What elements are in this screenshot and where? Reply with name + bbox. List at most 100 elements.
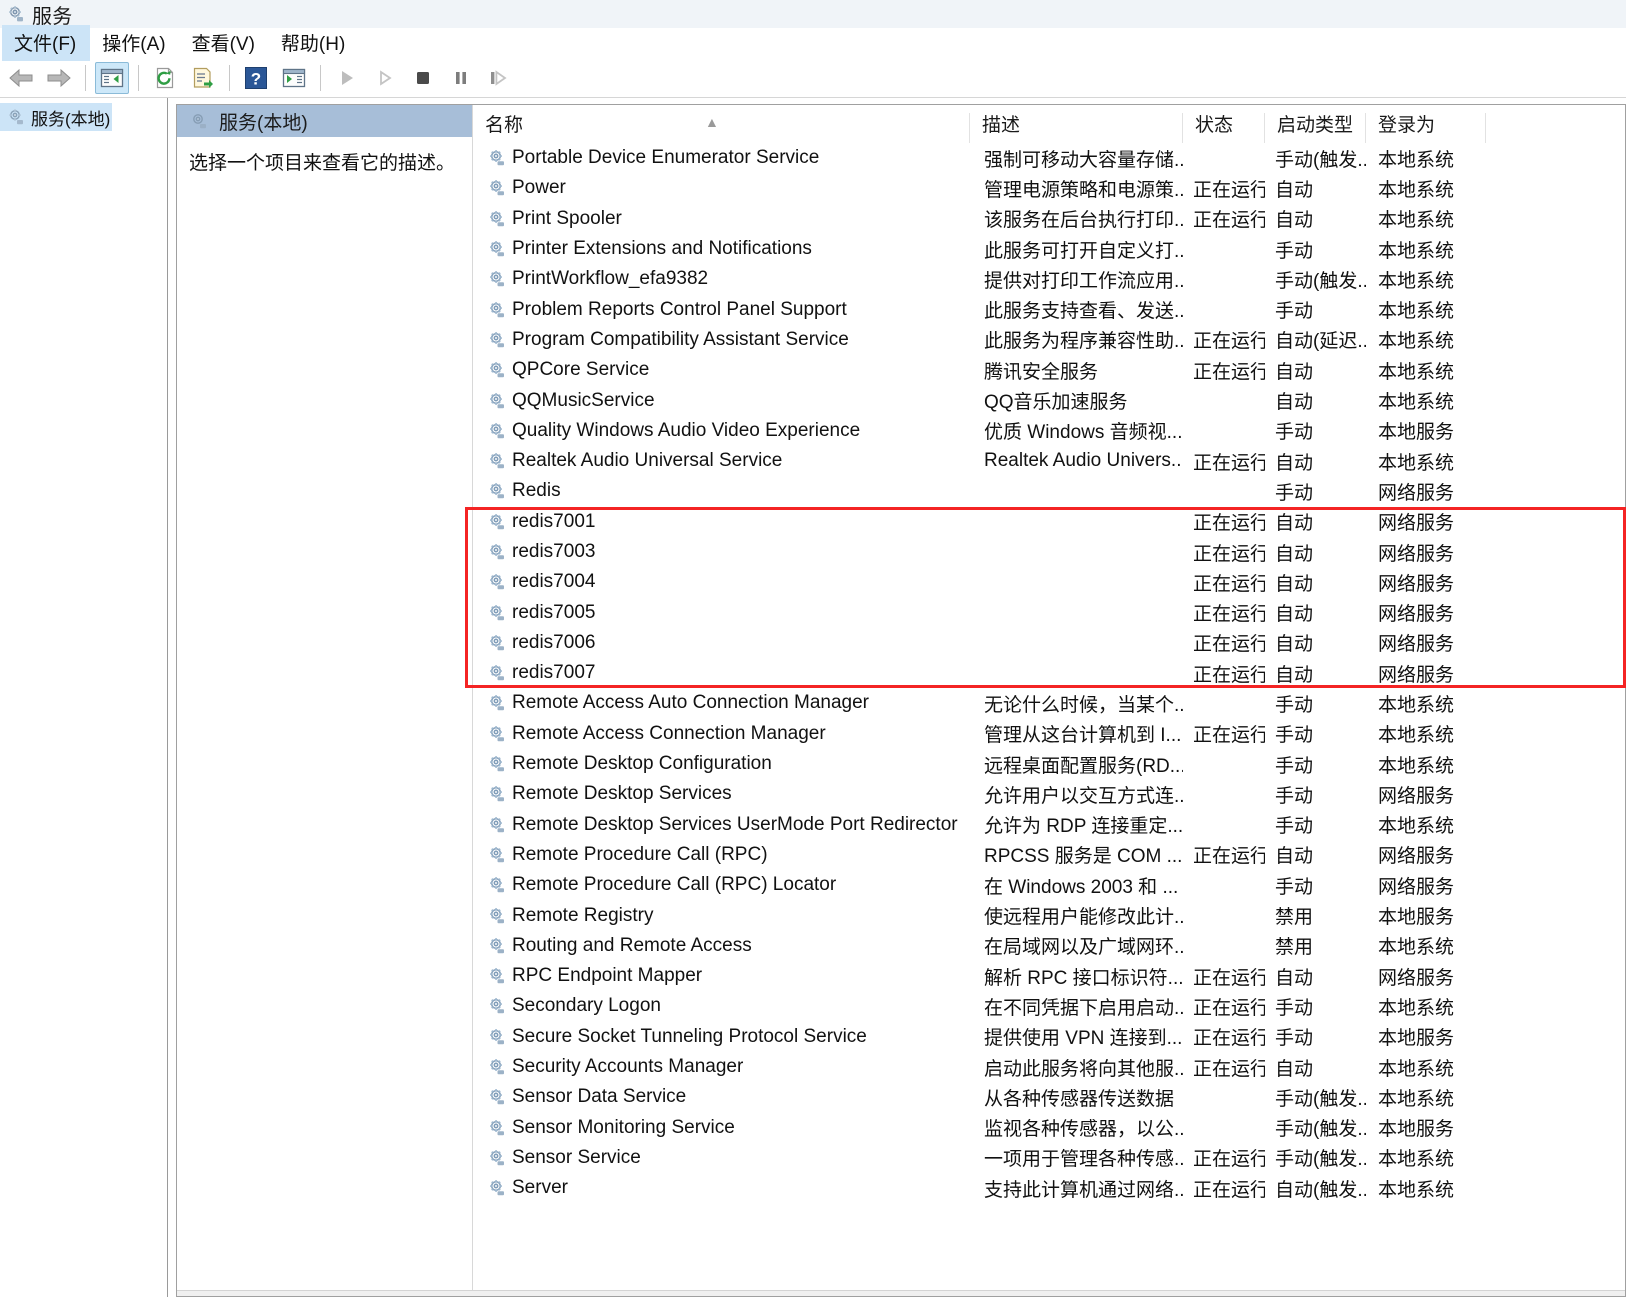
- service-row[interactable]: Realtek Audio Universal Service Realtek A…: [473, 446, 1625, 476]
- service-name-label: Print Spooler: [512, 207, 622, 229]
- tree-item-services-local[interactable]: 服务(本地): [0, 103, 112, 131]
- description-pane-title: 服务(本地): [219, 112, 308, 134]
- service-logon-cell: 本地服务: [1378, 907, 1455, 929]
- refresh-button[interactable]: [148, 62, 182, 94]
- services-list-view: 名称 ▲ 描述 状态 启动类型 登录为 Portable Device Enumerato…: [465, 105, 1626, 1290]
- service-row[interactable]: RPC Endpoint Mapper 解析 RPC 接口标识符... 正在运行 自动…: [473, 961, 1625, 991]
- service-name-label: Remote Procedure Call (RPC): [512, 843, 768, 865]
- service-row[interactable]: Remote Registry 使远程用户能修改此计... 禁用 本地服务: [473, 900, 1625, 930]
- menu-view[interactable]: 查看(V): [180, 25, 269, 61]
- properties-button[interactable]: [277, 62, 311, 94]
- horizontal-scrollbar[interactable]: [177, 1290, 1625, 1296]
- service-row[interactable]: Secure Socket Tunneling Protocol Service…: [473, 1022, 1625, 1052]
- service-logon-cell: 本地系统: [1378, 149, 1455, 171]
- service-logon-cell: 本地服务: [1378, 1028, 1455, 1050]
- service-logon-cell: 网络服务: [1378, 573, 1455, 595]
- service-name-cell: redis7004: [473, 571, 970, 593]
- service-row[interactable]: redis7003 正在运行 自动 网络服务: [473, 537, 1625, 567]
- main-content: 服务(本地) 服务(本地) 选择一个项目来查看它的描述。 名称 ▲ 描述 状态 …: [0, 98, 1626, 1297]
- export-list-button[interactable]: [186, 62, 220, 94]
- service-gear-icon: [487, 269, 507, 289]
- service-row[interactable]: Routing and Remote Access 在局域网以及广域网环... 禁用…: [473, 931, 1625, 961]
- service-row[interactable]: Sensor Service 一项用于管理各种传感... 正在运行 手动(触发... 本…: [473, 1143, 1625, 1173]
- service-row[interactable]: Sensor Monitoring Service 监视各种传感器，以公... 手动…: [473, 1113, 1625, 1143]
- service-row[interactable]: redis7007 正在运行 自动 网络服务: [473, 658, 1625, 688]
- menu-help[interactable]: 帮助(H): [269, 25, 359, 61]
- service-row[interactable]: Secondary Logon 在不同凭据下启用启动... 正在运行 手动 本地系统: [473, 991, 1625, 1021]
- column-name-header[interactable]: 名称 ▲: [473, 113, 970, 143]
- service-row[interactable]: redis7005 正在运行 自动 网络服务: [473, 597, 1625, 627]
- service-row[interactable]: Program Compatibility Assistant Service 此…: [473, 325, 1625, 355]
- service-name-label: Power: [512, 177, 566, 199]
- help-button[interactable]: ?: [239, 62, 273, 94]
- service-row[interactable]: Security Accounts Manager 启动此服务将向其他服... 正在…: [473, 1052, 1625, 1082]
- service-name-label: Problem Reports Control Panel Support: [512, 298, 847, 320]
- restart-service-button[interactable]: [482, 62, 516, 94]
- service-startup-cell: 自动: [1275, 513, 1314, 535]
- service-row[interactable]: Print Spooler 该服务在后台执行打印... 正在运行 自动 本地系统: [473, 204, 1625, 234]
- resume-service-button[interactable]: [368, 62, 402, 94]
- column-status-header[interactable]: 状态: [1183, 113, 1265, 143]
- service-logon-cell: 本地系统: [1378, 179, 1455, 201]
- service-status-cell: 正在运行: [1193, 1058, 1265, 1080]
- service-startup-cell: 自动: [1275, 604, 1314, 626]
- service-logon-cell: 本地系统: [1378, 694, 1455, 716]
- back-button[interactable]: [4, 62, 38, 94]
- service-row[interactable]: Portable Device Enumerator Service 强制可移动大…: [473, 143, 1625, 173]
- stop-service-button[interactable]: [406, 62, 440, 94]
- service-startup-cell: 手动: [1275, 1028, 1314, 1050]
- play-icon: [342, 70, 353, 85]
- left-arrow-icon: [9, 68, 33, 87]
- service-row[interactable]: Sensor Data Service 从各种传感器传送数据 手动(触发... 本地系…: [473, 1082, 1625, 1112]
- service-startup-cell: 自动(触发...: [1275, 1179, 1366, 1201]
- column-logon-header[interactable]: 登录为: [1366, 113, 1486, 143]
- forward-button[interactable]: [42, 62, 76, 94]
- service-row[interactable]: Quality Windows Audio Video Experience 优质…: [473, 416, 1625, 446]
- service-row[interactable]: Remote Procedure Call (RPC) Locator 在 Win…: [473, 870, 1625, 900]
- service-row[interactable]: redis7006 正在运行 自动 网络服务: [473, 628, 1625, 658]
- service-status-cell: 正在运行: [1193, 664, 1265, 686]
- service-row[interactable]: Remote Desktop Services UserMode Port Re…: [473, 810, 1625, 840]
- service-startup-cell: 手动(触发...: [1275, 1088, 1366, 1110]
- service-name-label: Program Compatibility Assistant Service: [512, 328, 849, 350]
- service-logon-cell: 网络服务: [1378, 785, 1455, 807]
- service-desc-cell: 此服务支持查看、发送...: [984, 301, 1183, 323]
- service-logon-cell: 本地系统: [1378, 210, 1455, 232]
- service-row[interactable]: Server 支持此计算机通过网络... 正在运行 自动(触发... 本地系统: [473, 1173, 1625, 1203]
- service-name-label: Remote Registry: [512, 904, 654, 926]
- service-logon-cell: 本地系统: [1378, 240, 1455, 262]
- console-tree-pane: 服务(本地): [0, 98, 168, 1297]
- service-row[interactable]: Remote Desktop Configuration 远程桌面配置服务(RD.…: [473, 749, 1625, 779]
- service-name-cell: Security Accounts Manager: [473, 1056, 970, 1078]
- service-row[interactable]: Remote Procedure Call (RPC) RPCSS 服务是 COM…: [473, 840, 1625, 870]
- toolbar: ?: [0, 58, 1626, 98]
- service-logon-cell: 本地系统: [1378, 1058, 1455, 1080]
- service-row[interactable]: Redis 手动 网络服务: [473, 476, 1625, 506]
- service-name-cell: Remote Access Auto Connection Manager: [473, 692, 970, 714]
- service-logon-cell: 本地系统: [1378, 1179, 1455, 1201]
- service-row[interactable]: Remote Desktop Services 允许用户以交互方式连... 手动 网络…: [473, 779, 1625, 809]
- service-logon-cell: 网络服务: [1378, 513, 1455, 535]
- service-logon-cell: 本地系统: [1378, 392, 1455, 414]
- service-row[interactable]: Problem Reports Control Panel Support 此服务…: [473, 294, 1625, 324]
- start-service-button[interactable]: [330, 62, 364, 94]
- service-status-cell: 正在运行: [1193, 452, 1265, 474]
- service-row[interactable]: redis7004 正在运行 自动 网络服务: [473, 567, 1625, 597]
- menu-file[interactable]: 文件(F): [2, 25, 91, 61]
- service-row[interactable]: Remote Access Connection Manager 管理从这台计算机…: [473, 719, 1625, 749]
- show-hide-console-tree-button[interactable]: [95, 61, 129, 94]
- column-desc-header[interactable]: 描述: [970, 113, 1183, 143]
- service-row[interactable]: QQMusicService QQ音乐加速服务 自动 本地系统: [473, 385, 1625, 415]
- service-row[interactable]: PrintWorkflow_efa9382 提供对打印工作流应用... 手动(触发.…: [473, 264, 1625, 294]
- service-row[interactable]: Remote Access Auto Connection Manager 无论什…: [473, 688, 1625, 718]
- service-name-label: QPCore Service: [512, 359, 650, 381]
- pause-service-button[interactable]: [444, 62, 478, 94]
- service-desc-cell: 在局域网以及广域网环...: [984, 937, 1183, 959]
- service-desc-cell: 从各种传感器传送数据: [984, 1088, 1175, 1110]
- service-row[interactable]: Power 管理电源策略和电源策... 正在运行 自动 本地系统: [473, 173, 1625, 203]
- menu-action[interactable]: 操作(A): [90, 25, 179, 61]
- service-row[interactable]: redis7001 正在运行 自动 网络服务: [473, 507, 1625, 537]
- service-row[interactable]: QPCore Service 腾讯安全服务 正在运行 自动 本地系统: [473, 355, 1625, 385]
- service-row[interactable]: Printer Extensions and Notifications 此服务可…: [473, 234, 1625, 264]
- column-startup-header[interactable]: 启动类型: [1265, 113, 1366, 143]
